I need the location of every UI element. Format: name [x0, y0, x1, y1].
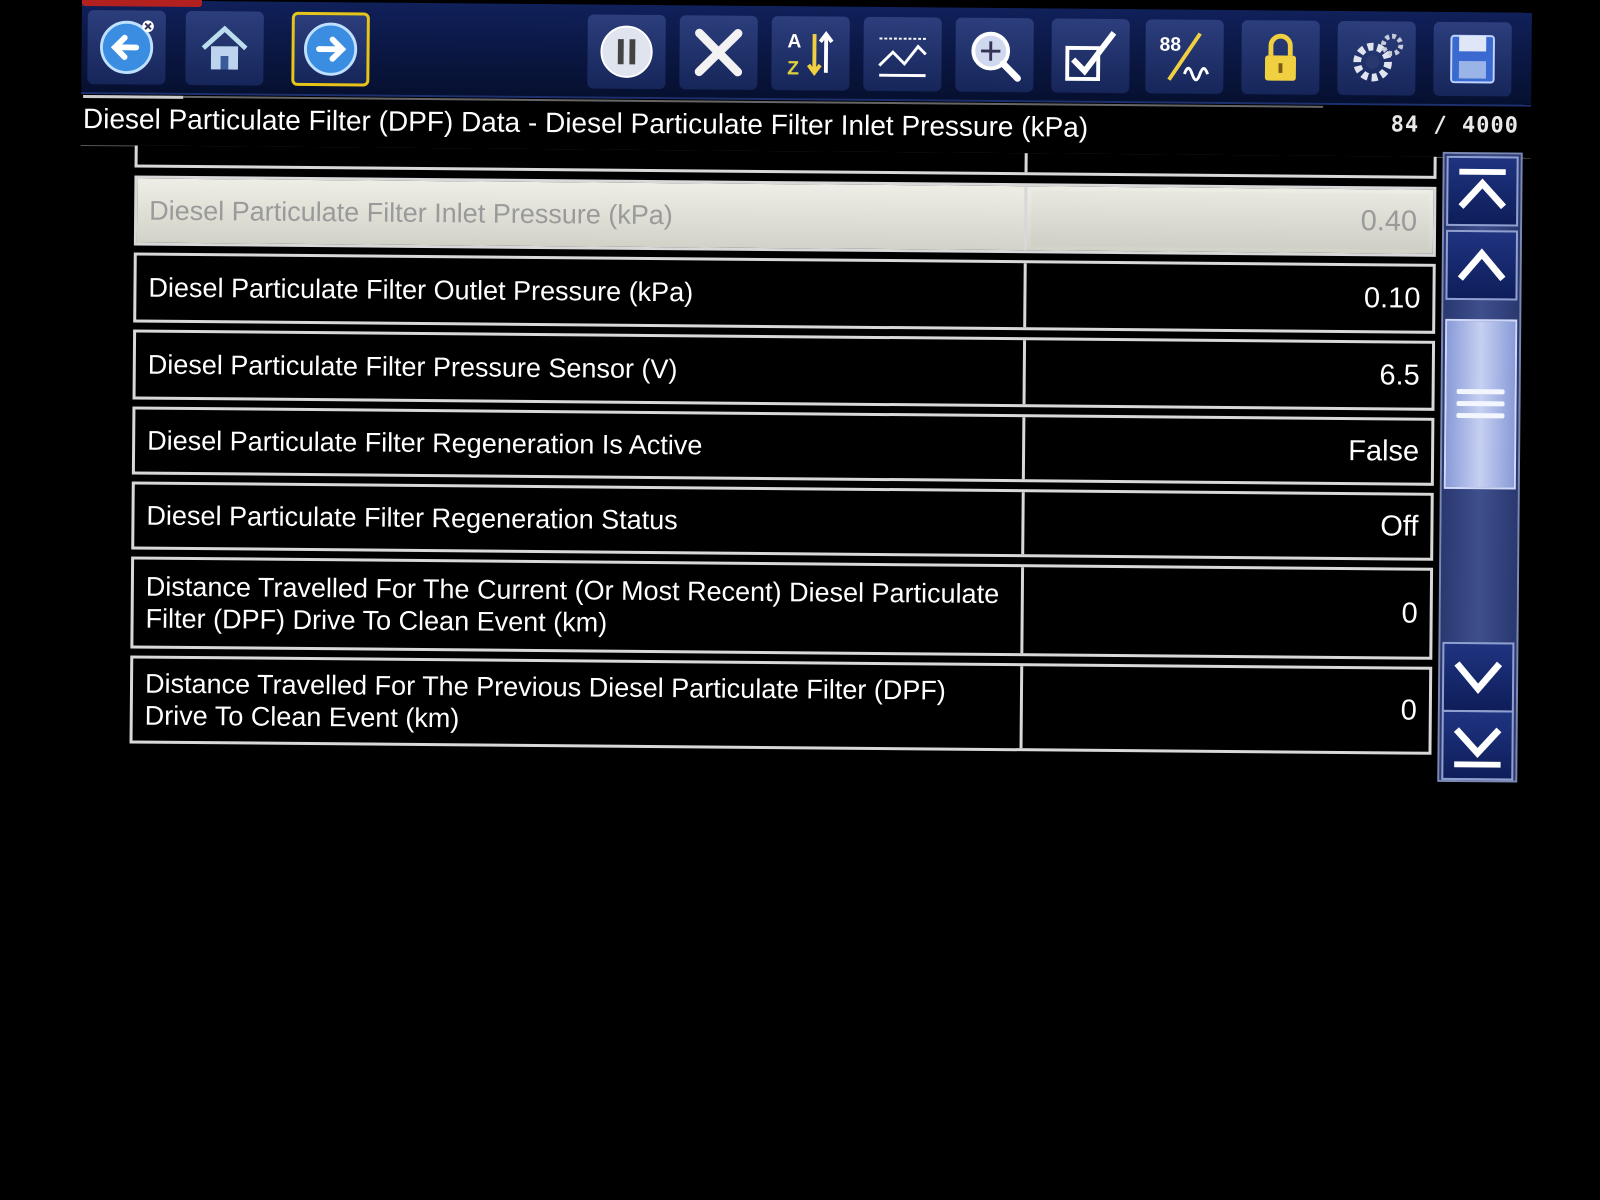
pid-name: Diesel Particulate Filter Regeneration I… [134, 409, 1026, 480]
home-icon [201, 25, 248, 70]
page-counter: 84 / 4000 [1390, 112, 1520, 139]
scrollbar[interactable] [1437, 151, 1523, 783]
settings-button[interactable] [1337, 20, 1416, 96]
pid-value: 0.10 [1363, 281, 1421, 315]
pid-name: Distance Travelled For The Current (Or M… [133, 559, 1025, 654]
pid-name: Diesel Particulate Filter Outlet Pressur… [136, 255, 1027, 328]
checkmark-icon [1065, 31, 1117, 82]
forward-button[interactable] [291, 11, 370, 87]
select-button[interactable] [1051, 18, 1130, 94]
units-icon: 88 [1159, 32, 1209, 82]
scroll-down-button[interactable] [1441, 641, 1515, 713]
scroll-bottom-button[interactable] [1441, 709, 1514, 781]
scroll-top-button[interactable] [1446, 155, 1519, 227]
home-button[interactable] [185, 10, 264, 86]
table-row[interactable]: Distance Travelled For The Current (Or M… [130, 556, 1434, 660]
pause-icon [600, 25, 653, 78]
gear-icon [1353, 33, 1404, 82]
pid-value: 0 [1401, 597, 1418, 630]
clear-button[interactable] [679, 15, 758, 90]
table-row[interactable]: Diesel Particulate Filter Outlet Pressur… [133, 252, 1436, 334]
table-row[interactable]: Distance Travelled For The Previous Dies… [129, 655, 1433, 755]
chevron-up-icon [1457, 248, 1506, 282]
pid-name: Diesel Particulate Filter Pressure Senso… [135, 332, 1027, 405]
svg-text:Z: Z [787, 58, 799, 79]
scroll-thumb[interactable] [1443, 318, 1518, 490]
magnifier-icon [971, 31, 1021, 82]
pid-value: 0.40 [1030, 190, 1430, 250]
svg-text:88: 88 [1159, 35, 1181, 56]
back-arrow-icon [100, 20, 154, 74]
table-row[interactable]: Diesel Particulate Filter Pressure Senso… [132, 329, 1436, 411]
graph-view-button[interactable] [863, 16, 942, 92]
scan-tool-screen: A Z 88 Diesel Particulate Filter (DPF) D… [75, 0, 1532, 803]
sort-az-icon: A Z [787, 30, 834, 80]
graph-icon [878, 37, 927, 78]
back-button[interactable] [87, 10, 166, 85]
lock-icon [1264, 33, 1297, 81]
lock-button[interactable] [1241, 20, 1320, 95]
header-value-cell [1028, 153, 1434, 176]
red-tab [81, 0, 203, 8]
pid-value: Off [1380, 509, 1419, 543]
scroll-up-button[interactable] [1445, 229, 1519, 301]
units-button[interactable]: 88 [1145, 19, 1224, 94]
page-title: Diesel Particulate Filter (DPF) Data - D… [82, 103, 1089, 143]
table-row[interactable]: Diesel Particulate Filter Regeneration I… [131, 406, 1435, 486]
toolbar: A Z 88 [81, 0, 1532, 107]
pid-value: 0 [1400, 694, 1417, 727]
table-row[interactable]: Diesel Particulate Filter Inlet Pressure… [133, 175, 1437, 257]
save-button[interactable] [1433, 21, 1512, 97]
data-table: Diesel Particulate Filter Inlet Pressure… [129, 145, 1437, 761]
pid-name: Diesel Particulate Filter Regeneration S… [134, 484, 1025, 555]
table-row[interactable]: Diesel Particulate Filter Regeneration S… [131, 481, 1434, 561]
pause-button[interactable] [587, 14, 666, 90]
double-chevron-up-icon [1458, 168, 1507, 210]
x-icon [694, 28, 743, 77]
sort-button[interactable]: A Z [771, 16, 850, 91]
pid-name: Distance Travelled For The Previous Dies… [132, 658, 1024, 749]
zoom-button[interactable] [955, 17, 1034, 93]
chevron-down-icon [1454, 661, 1503, 695]
double-chevron-down-icon [1453, 727, 1502, 768]
svg-text:A: A [787, 31, 801, 52]
floppy-disk-icon [1450, 34, 1495, 84]
pid-value: 6.5 [1379, 358, 1420, 392]
forward-arrow-icon [303, 22, 358, 76]
pid-name: Diesel Particulate Filter Inlet Pressure… [136, 178, 1028, 251]
pid-value: False [1348, 434, 1420, 468]
